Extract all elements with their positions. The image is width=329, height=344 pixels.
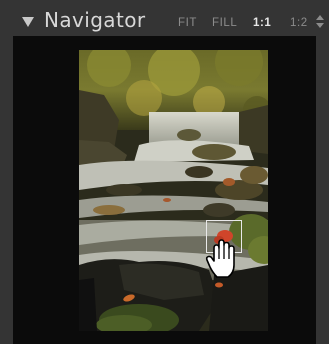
panel-title: Navigator <box>44 8 146 32</box>
navigator-header[interactable]: Navigator FIT FILL 1:1 1:2 <box>0 0 329 36</box>
stepper-down-icon[interactable] <box>316 23 324 28</box>
zoom-1-1-button[interactable]: 1:1 <box>253 17 271 29</box>
zoom-viewport-rect[interactable] <box>206 220 242 253</box>
navigator-preview-image[interactable] <box>79 50 268 331</box>
triangle-down-icon[interactable] <box>22 17 34 27</box>
navigator-panel: Navigator FIT FILL 1:1 1:2 <box>0 0 329 344</box>
zoom-fill-button[interactable]: FILL <box>212 17 237 29</box>
stepper-up-icon[interactable] <box>316 15 324 20</box>
up-down-stepper-icon[interactable] <box>316 15 324 31</box>
zoom-1-2-button[interactable]: 1:2 <box>290 17 308 29</box>
zoom-fit-button[interactable]: FIT <box>178 17 197 29</box>
